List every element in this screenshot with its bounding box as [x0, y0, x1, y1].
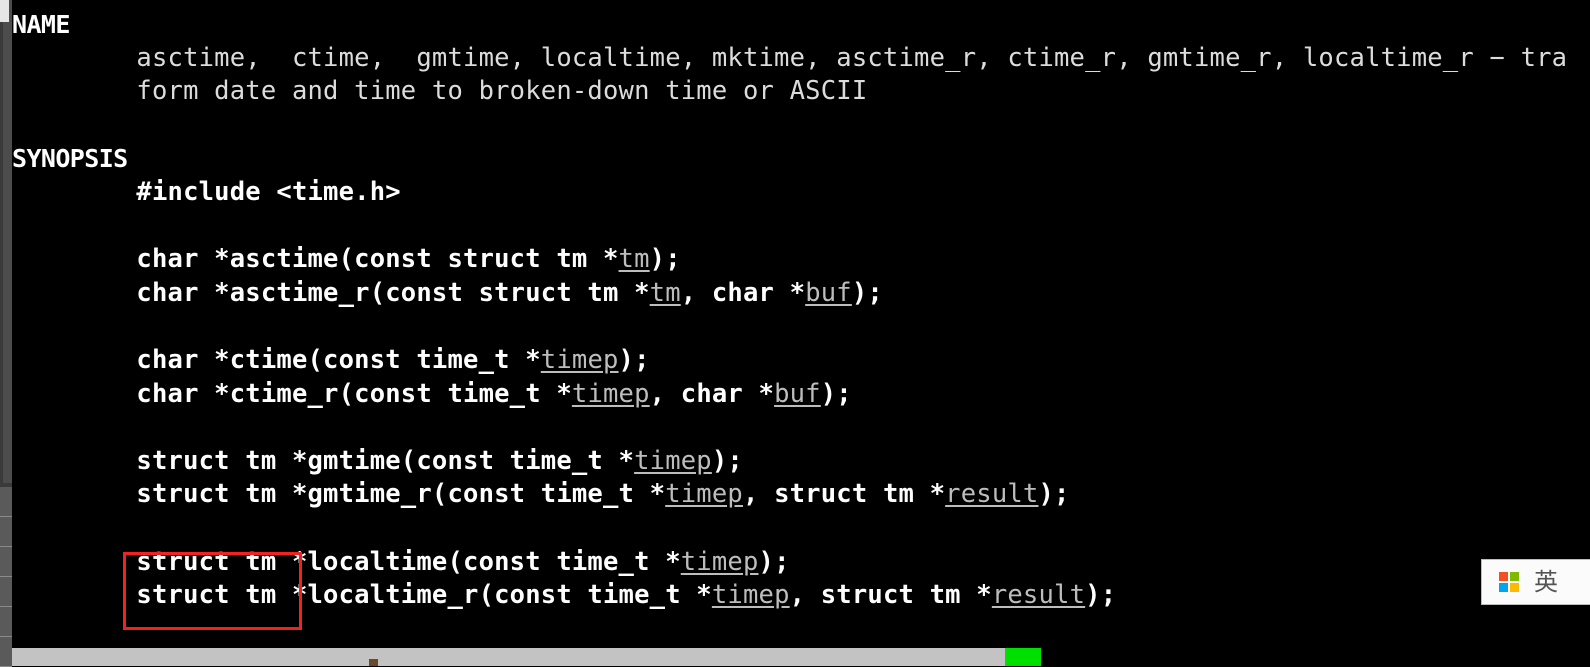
man-page-body: NAME asctime, ctime, gmtime, localtime, … — [12, 8, 1567, 613]
man-text-run: , char * — [680, 277, 806, 308]
man-text-line: asctime, ctime, gmtime, localtime, mktim… — [12, 42, 1567, 76]
man-parameter-name: buf — [805, 277, 852, 308]
list-item[interactable] — [0, 487, 12, 517]
man-text-run: char *ctime_r(const time_t * — [12, 378, 572, 409]
man-section-heading: NAME — [12, 10, 70, 39]
man-text-run: #include <time.h> — [12, 176, 401, 207]
man-text-line: #include <time.h> — [12, 176, 1567, 210]
man-text-run: char *asctime(const struct tm * — [12, 244, 619, 275]
terminal-man-page[interactable]: NAME asctime, ctime, gmtime, localtime, … — [12, 0, 1590, 648]
man-blank-line — [12, 411, 1567, 445]
man-text-line: struct tm *gmtime_r(const time_t *timep,… — [12, 478, 1567, 512]
man-blank-line — [12, 512, 1567, 546]
man-text-line: char *asctime(const struct tm *tm); — [12, 243, 1567, 277]
man-parameter-name: buf — [774, 378, 821, 409]
left-strip-list[interactable] — [0, 487, 12, 667]
man-text-line: struct tm *localtime_r(const time_t *tim… — [12, 579, 1567, 613]
taskbar-right-region — [1041, 648, 1590, 666]
man-parameter-name: tm — [649, 277, 681, 308]
man-blank-line — [12, 109, 1567, 143]
man-text-line: struct tm *gmtime(const time_t *timep); — [12, 445, 1567, 479]
man-text-run: ); — [851, 277, 883, 308]
man-text-run: struct tm *localtime(const time_t * — [12, 546, 681, 577]
man-text-line: struct tm *localtime(const time_t *timep… — [12, 546, 1567, 580]
taskbar[interactable] — [12, 648, 1590, 666]
man-text-line: form date and time to broken-down time o… — [12, 75, 1567, 109]
man-parameter-name: tm — [618, 244, 650, 275]
man-text-run: ); — [649, 244, 681, 275]
ime-mode-label: 英 — [1534, 568, 1558, 596]
man-parameter-name: result — [945, 479, 1039, 510]
man-parameter-name: timep — [711, 580, 790, 611]
man-text-line: char *asctime_r(const struct tm *tm, cha… — [12, 277, 1567, 311]
man-text-run: ); — [1038, 479, 1070, 510]
taskbar-green-indicator — [1005, 648, 1041, 666]
ime-indicator[interactable]: 英 — [1481, 559, 1590, 605]
list-item[interactable] — [0, 577, 12, 607]
man-text-run: ); — [711, 445, 743, 476]
list-item[interactable] — [0, 607, 12, 637]
man-text-run: ); — [618, 344, 650, 375]
man-parameter-name: timep — [665, 479, 743, 510]
man-blank-line — [12, 210, 1567, 244]
list-item[interactable] — [0, 517, 12, 547]
man-parameter-name: timep — [571, 378, 650, 409]
man-text-run: ); — [1085, 580, 1117, 611]
man-text-run: ); — [758, 546, 790, 577]
man-text-run: struct tm *localtime_r(const time_t * — [12, 580, 712, 611]
taskbar-marker-icon — [369, 659, 378, 666]
man-text-line: char *ctime(const time_t *timep); — [12, 344, 1567, 378]
man-parameter-name: timep — [680, 546, 759, 577]
man-text-run: , struct tm * — [789, 580, 992, 611]
man-parameter-name: timep — [634, 445, 712, 476]
man-text-run: form date and time to broken-down time o… — [12, 76, 868, 107]
list-item[interactable] — [0, 637, 12, 667]
man-section-heading: SYNOPSIS — [12, 144, 128, 174]
man-text-run: asctime, ctime, gmtime, localtime, mktim… — [12, 42, 1568, 73]
man-parameter-name: result — [991, 580, 1086, 611]
man-text-run: , struct tm * — [742, 479, 946, 510]
man-text-run: struct tm *gmtime_r(const time_t * — [12, 479, 666, 510]
man-text-run: ); — [820, 378, 852, 409]
man-text-run: , char * — [649, 378, 775, 409]
taskbar-left-region[interactable] — [12, 648, 1040, 666]
man-text-run: char *ctime(const time_t * — [12, 344, 541, 375]
man-text-run: char *asctime_r(const struct tm * — [12, 277, 650, 308]
screen: NAME asctime, ctime, gmtime, localtime, … — [0, 0, 1590, 667]
left-strip-titlebar — [0, 0, 9, 22]
man-parameter-name: timep — [540, 344, 619, 375]
man-blank-line — [12, 310, 1567, 344]
list-item[interactable] — [0, 547, 12, 577]
man-text-line: char *ctime_r(const time_t *timep, char … — [12, 378, 1567, 412]
man-text-run: struct tm *gmtime(const time_t * — [12, 445, 635, 476]
windows-logo-icon — [1499, 572, 1519, 592]
